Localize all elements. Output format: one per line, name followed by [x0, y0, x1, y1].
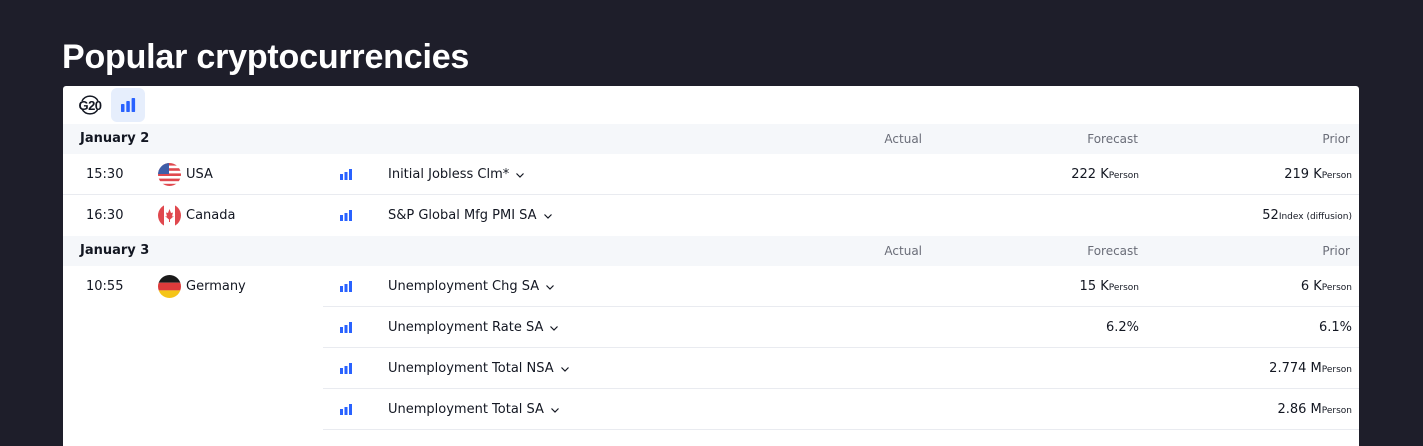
event-row[interactable]: 10:55 Germany Unemployment Chg SA 15 KPe…: [63, 266, 1359, 307]
chevron-down-icon: [546, 284, 555, 290]
event-row[interactable]: Unemployment Rate SA 6.2% 6.1%: [63, 307, 1359, 348]
date-header-row: January 2 Actual Forecast Prior: [63, 124, 1359, 154]
event-row[interactable]: Unemployment Total SA 2.86 MPerson: [63, 389, 1359, 430]
prior-unit: Person: [1321, 283, 1352, 293]
event-name-label: Unemployment Chg SA: [388, 279, 540, 294]
prior-number: 2.86 M: [1277, 402, 1322, 417]
filter-toolbar: G20: [63, 86, 1359, 124]
chevron-down-icon: [543, 213, 552, 219]
importance-icon: [340, 210, 352, 221]
forecast-value: 222 KPerson: [1071, 167, 1139, 182]
date-header-row: January 3 Actual Forecast Prior: [63, 236, 1359, 266]
country-name: Canada: [186, 208, 236, 223]
event-name-label: Unemployment Total NSA: [388, 361, 554, 376]
prior-unit: Person: [1321, 365, 1352, 375]
germany-flag-icon: [158, 275, 181, 298]
prior-number: 2.774 M: [1269, 361, 1322, 376]
importance-filter-button[interactable]: [111, 88, 145, 122]
importance-icon: [340, 169, 352, 180]
prior-number: 6 K: [1300, 279, 1322, 294]
prior-unit: Person: [1321, 406, 1352, 416]
date-label: January 3: [80, 243, 150, 258]
row-divider: [323, 429, 1359, 430]
prior-column-header: Prior: [1322, 244, 1350, 258]
event-time: 10:55: [86, 279, 124, 294]
g20-label: G20: [78, 97, 102, 113]
prior-column-header: Prior: [1322, 132, 1350, 146]
prior-value: 2.86 MPerson: [1277, 402, 1352, 417]
event-name[interactable]: Unemployment Total SA: [388, 402, 560, 417]
chevron-down-icon: [560, 366, 569, 372]
prior-value: 52Index (diffusion): [1262, 208, 1352, 223]
prior-value: 219 KPerson: [1284, 167, 1352, 182]
page-title: Popular cryptocurrencies: [62, 38, 470, 76]
prior-unit: Index (diffusion): [1278, 212, 1352, 222]
chevron-down-icon: [516, 172, 525, 178]
event-name-label: S&P Global Mfg PMI SA: [388, 208, 537, 223]
event-name[interactable]: S&P Global Mfg PMI SA: [388, 208, 553, 223]
event-name-label: Unemployment Total SA: [388, 402, 544, 417]
event-name[interactable]: Unemployment Chg SA: [388, 279, 555, 294]
forecast-value: 6.2%: [1106, 320, 1139, 335]
prior-value: 6 KPerson: [1301, 279, 1352, 294]
prior-value: 2.774 MPerson: [1269, 361, 1352, 376]
forecast-number: 6.2%: [1105, 320, 1139, 335]
actual-column-header: Actual: [884, 244, 922, 258]
forecast-number: 222 K: [1071, 167, 1109, 182]
event-row[interactable]: 16:30 Canada S&P Global Mfg PMI SA 52Ind…: [63, 195, 1359, 236]
chevron-down-icon: [550, 325, 559, 331]
chevron-down-icon: [551, 407, 559, 413]
us-flag-icon: [158, 163, 181, 186]
event-row[interactable]: Unemployment Total NSA 2.774 MPerson: [63, 348, 1359, 389]
prior-unit: Person: [1321, 171, 1352, 181]
event-time: 15:30: [86, 167, 124, 182]
event-time: 16:30: [86, 208, 124, 223]
importance-icon: [340, 281, 352, 292]
economic-calendar-panel: G20 January 2 Actual Forecast Prior 15:3…: [63, 86, 1359, 446]
prior-value: 6.1%: [1319, 320, 1352, 335]
forecast-unit: Person: [1108, 283, 1139, 293]
g20-filter-button[interactable]: G20: [73, 88, 107, 122]
importance-icon: [340, 363, 352, 374]
actual-column-header: Actual: [884, 132, 922, 146]
event-name[interactable]: Unemployment Total NSA: [388, 361, 570, 376]
canada-flag-icon: [158, 204, 181, 227]
prior-number: 6.1%: [1318, 320, 1352, 335]
prior-number: 52: [1262, 208, 1279, 223]
importance-icon: [340, 322, 352, 333]
country-name: Germany: [186, 279, 246, 294]
event-name-label: Unemployment Rate SA: [388, 320, 544, 335]
event-name[interactable]: Initial Jobless Clm*: [388, 167, 525, 182]
forecast-unit: Person: [1108, 171, 1139, 181]
forecast-column-header: Forecast: [1087, 244, 1138, 258]
bar-chart-icon: [121, 98, 136, 112]
date-label: January 2: [80, 131, 150, 146]
forecast-number: 15 K: [1079, 279, 1109, 294]
forecast-value: 15 KPerson: [1080, 279, 1139, 294]
prior-number: 219 K: [1284, 167, 1322, 182]
event-row[interactable]: 15:30 USA Initial Jobless Clm* 222 KPers…: [63, 154, 1359, 195]
country-name: USA: [186, 167, 213, 182]
event-name-label: Initial Jobless Clm*: [388, 167, 510, 182]
event-name[interactable]: Unemployment Rate SA: [388, 320, 559, 335]
forecast-column-header: Forecast: [1087, 132, 1138, 146]
importance-icon: [340, 404, 352, 415]
